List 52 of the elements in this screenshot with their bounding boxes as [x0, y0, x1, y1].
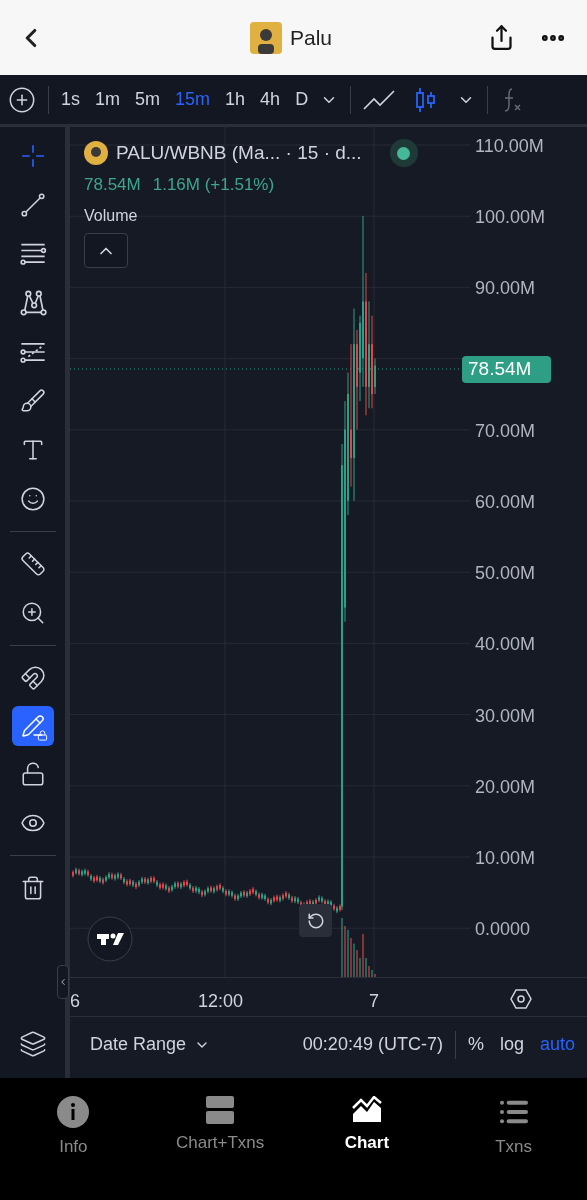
date-range-dropdown[interactable]: Date Range [90, 1031, 211, 1058]
price-change: 1.16M (+1.51%) [152, 174, 275, 196]
price-axis-label: 30.00M [475, 704, 536, 728]
add-icon[interactable] [8, 85, 36, 114]
timeframe-tab[interactable]: 1s [61, 86, 80, 113]
price-axis-label: 50.00M [475, 562, 536, 586]
time-axis-label: 7 [369, 990, 379, 1013]
bottom-tab[interactable]: Info [0, 1096, 147, 1160]
price-axis-label: 60.00M [475, 491, 536, 514]
token-title: Palu [290, 24, 332, 51]
price-axis-label: 20.00M [475, 775, 536, 799]
split-view-icon [206, 1096, 235, 1124]
price-axis-label: 110.00M [475, 135, 544, 158]
reset-icon [306, 911, 325, 930]
candles-icon[interactable] [415, 86, 438, 113]
logo-badge [87, 916, 133, 962]
info-icon [57, 1096, 90, 1128]
share-icon[interactable] [488, 24, 515, 51]
price-axis-label: 40.00M [475, 633, 536, 657]
last-price: 78.54M [84, 174, 141, 196]
timeframe-tab[interactable]: 4h [260, 86, 281, 113]
clock-time: 00:20:49 (UTC-7) [302, 1033, 443, 1056]
percent-toggle[interactable]: % [467, 1031, 484, 1058]
timeframe-tab[interactable]: 1m [95, 86, 121, 113]
price-axis-label: 70.00M [475, 419, 536, 443]
avatar-icon [250, 21, 282, 54]
time-axis-label: 12:00 [198, 990, 244, 1013]
auto-toggle[interactable]: auto [539, 1031, 575, 1058]
bottom-tab[interactable]: Chart [293, 1096, 441, 1156]
price-tag: 78.54M [462, 356, 551, 383]
settings-icon[interactable] [510, 988, 532, 1010]
price-axis-label: 10.00M [475, 847, 536, 870]
timeframe-tab[interactable]: D [295, 86, 309, 113]
time-axis-label: 6 [70, 990, 80, 1013]
timeframe-tab[interactable]: 15m [175, 86, 211, 113]
layers-icon[interactable] [18, 1030, 47, 1058]
line-chart-icon[interactable] [363, 88, 396, 111]
bottom-tab[interactable]: Chart+Txns [146, 1096, 294, 1156]
token-avatar-icon [84, 141, 108, 166]
price-axis-label: 90.00M [475, 277, 536, 301]
timeframe-tab[interactable]: 1h [225, 86, 246, 113]
area-chart-icon [351, 1096, 382, 1124]
reset-button[interactable] [299, 904, 332, 937]
price-axis-label: 0.0000 [475, 918, 531, 942]
chevron-left-icon [58, 977, 68, 987]
timeframe-tab[interactable]: 5m [135, 86, 161, 113]
pencil-lock-icon[interactable] [11, 706, 54, 746]
symbol-title: PALU/WBNB (Ma... · 15 · d... [116, 141, 362, 165]
bottom-tab[interactable]: Txns [440, 1096, 587, 1160]
log-toggle[interactable]: log [499, 1031, 524, 1058]
volume-label: Volume [84, 206, 138, 226]
price-axis-label: 100.00M [475, 206, 546, 230]
